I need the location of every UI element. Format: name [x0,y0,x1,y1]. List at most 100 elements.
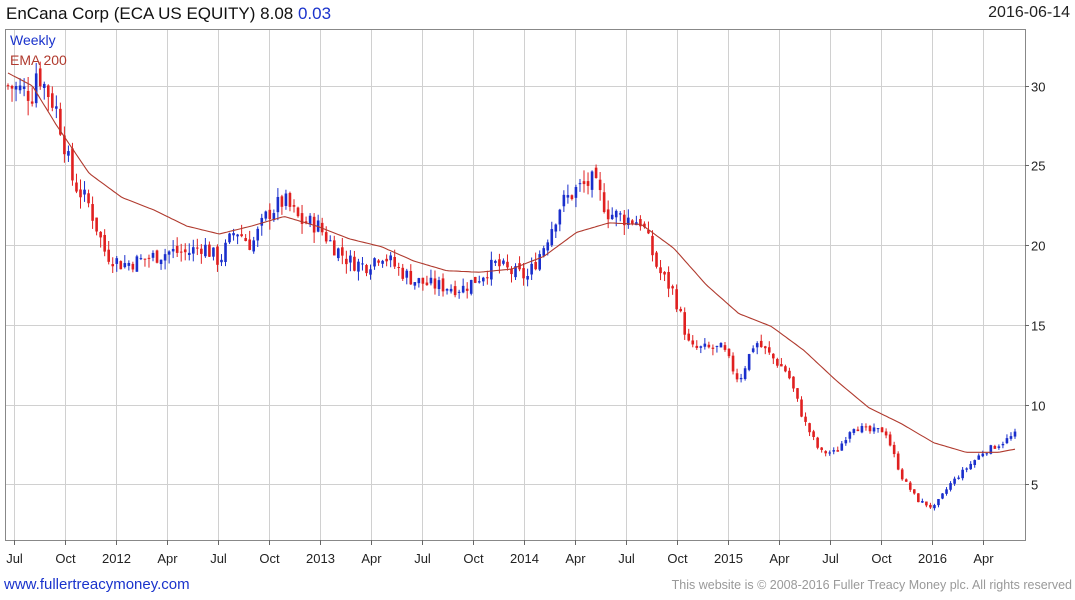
candle-body [562,194,566,207]
candle-body [965,468,968,470]
candle-body [357,261,360,272]
candle-body [498,259,501,267]
candle-body [191,247,195,254]
candle-body [792,376,795,389]
candle-body [800,399,803,417]
candle-body [691,340,695,345]
candle-body [38,68,42,87]
candle-body [441,278,445,292]
candle-body [341,247,344,256]
candle-body [594,167,598,178]
candle-body [610,214,614,219]
candle-body [921,501,924,503]
candle-body [751,348,755,352]
candle-body [208,244,211,257]
candle-body [663,271,666,275]
candle-body [683,312,687,335]
candle-body [417,278,421,284]
candle-body [107,249,110,262]
candle-body [244,238,247,242]
candle-body [836,450,840,452]
candle-body [216,246,219,265]
candle-body [888,434,892,446]
candle-body [776,359,779,366]
candle-body [349,255,352,263]
candle-body [433,278,437,289]
candle-body [711,347,715,349]
candle-body [961,469,964,479]
candle-body [51,93,54,108]
candle-body [67,151,70,156]
candle-body [30,101,34,104]
candle-body [876,428,880,430]
price-chart: Jul Oct 2012 Apr Jul Oct 2013 Apr Jul Oct 2014 Apr J… [5,29,1045,566]
candle-body [79,189,82,198]
candle-body [353,256,356,271]
candle-body [908,482,912,490]
x-tick-label: Jul [210,551,227,566]
candle-body [582,181,586,185]
candle-body [804,416,807,422]
x-tick-label: Jul [414,551,431,566]
candle-body [929,504,932,508]
candle-body [695,345,699,348]
x-tick-label: Apr [973,551,994,566]
candle-body [264,211,268,219]
candle-body [550,229,554,246]
candle-body [288,193,292,207]
candle-body [578,183,582,185]
candle-body [900,469,904,480]
candle-body [256,228,260,241]
candle-body [1001,443,1005,446]
candle-body [969,463,972,470]
candle-body [34,73,38,104]
candle-body [477,281,481,283]
candle-body [820,447,823,450]
x-tick-label: Jul [618,551,635,566]
candle-body [699,346,703,348]
site-link[interactable]: www.fullertreacymoney.com [4,576,190,593]
x-tick-label: 2016 [918,551,947,566]
candle-body [784,366,787,372]
candle-body [671,286,674,289]
ema-layer [7,72,1016,453]
x-tick-label: Apr [565,551,586,566]
candle-body [844,440,848,444]
candle-body [449,288,453,292]
candle-body [780,364,783,367]
x-tick-label: 2013 [306,551,335,566]
candle-body [933,505,936,509]
candle-body [997,446,1001,448]
candle-body [530,263,533,275]
candle-body [941,493,944,499]
candle-body [397,267,401,269]
candle-body [437,280,441,290]
grid-layer [6,30,1025,540]
candle-body [461,285,465,293]
candle-body [772,353,775,359]
candle-body [55,106,58,109]
candle-body [139,258,143,260]
candle-body [949,483,952,490]
x-tick-label: 2015 [714,551,743,566]
candle-body [731,355,735,372]
candle-body [832,450,836,452]
candle-body [614,210,618,218]
candle-body [486,277,489,279]
candle-body [759,340,763,348]
candle-body [123,263,127,268]
candle-body [99,231,102,238]
candle-body [1009,436,1013,439]
candle-body [292,205,296,207]
candle-body [574,187,578,198]
candle-body [405,270,409,278]
candle-body [6,85,10,87]
x-axis: Jul Oct 2012 Apr Jul Oct 2013 Apr Jul Oct 2014 Apr J… [6,540,994,566]
candle-body [880,427,884,433]
candle-body [26,90,30,101]
candle-body [913,489,916,494]
candle-body [196,247,199,249]
x-tick-label: Apr [769,551,790,566]
candle-body [602,192,606,212]
candle-body [981,453,985,457]
